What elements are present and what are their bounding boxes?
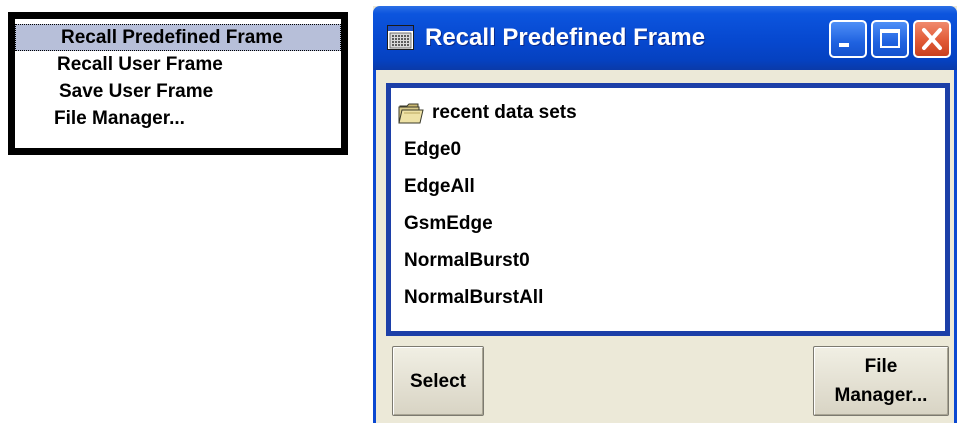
list-item-recent-data-sets[interactable]: recent data sets: [391, 94, 945, 131]
close-icon: [922, 28, 942, 50]
list-item[interactable]: GsmEdge: [391, 205, 945, 242]
folder-icon: [398, 103, 424, 123]
minimize-icon: [839, 43, 849, 47]
menu-item-recall-predefined-frame[interactable]: Recall Predefined Frame: [15, 24, 341, 51]
data-set-list-content: recent data sets Edge0 EdgeAll GsmEdge N…: [391, 88, 945, 331]
maximize-button[interactable]: [871, 20, 909, 58]
dialog-titlebar[interactable]: Recall Predefined Frame: [373, 6, 957, 70]
recall-predefined-frame-dialog: Recall Predefined Frame recent data sets…: [373, 6, 957, 423]
menu-item-save-user-frame[interactable]: Save User Frame: [15, 78, 341, 105]
context-menu: Recall Predefined Frame Recall User Fram…: [8, 12, 348, 155]
dialog-title: Recall Predefined Frame: [425, 24, 706, 51]
dialog-window-icon: [387, 25, 414, 50]
select-button[interactable]: Select: [392, 346, 484, 416]
minimize-button[interactable]: [829, 20, 867, 58]
list-item[interactable]: NormalBurstAll: [391, 279, 945, 316]
data-set-list[interactable]: recent data sets Edge0 EdgeAll GsmEdge N…: [386, 83, 950, 336]
list-item[interactable]: NormalBurst0: [391, 242, 945, 279]
file-manager-button[interactable]: File Manager...: [813, 346, 949, 416]
file-manager-label-line2: Manager...: [834, 385, 928, 406]
context-menu-panel: Recall Predefined Frame Recall User Fram…: [15, 19, 341, 148]
list-item-label: recent data sets: [432, 101, 577, 123]
file-manager-label-line1: File: [864, 356, 898, 377]
menu-item-recall-user-frame[interactable]: Recall User Frame: [15, 51, 341, 78]
close-button[interactable]: [913, 20, 951, 58]
dialog-body: recent data sets Edge0 EdgeAll GsmEdge N…: [373, 70, 957, 423]
list-item[interactable]: EdgeAll: [391, 168, 945, 205]
list-item[interactable]: Edge0: [391, 131, 945, 168]
menu-item-file-manager[interactable]: File Manager...: [15, 105, 341, 132]
maximize-icon: [880, 29, 900, 48]
